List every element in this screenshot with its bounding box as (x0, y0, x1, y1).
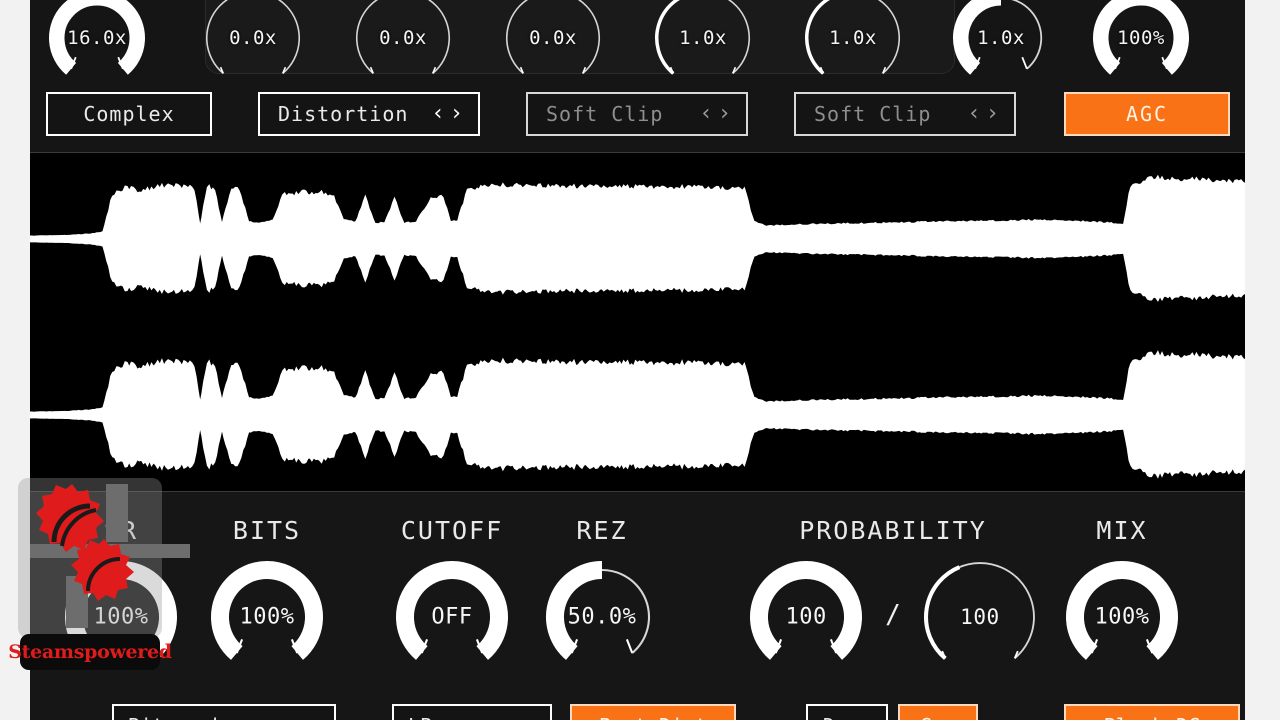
knob-value: 100% (1117, 27, 1165, 49)
probability-pair: 100 / 100 (733, 559, 1053, 675)
watermark-tag: Steamspowered (8, 634, 172, 670)
knob-bits[interactable]: 100% (209, 559, 325, 675)
knob-dial[interactable]: 1.0x (951, 0, 1051, 88)
knob-dial[interactable]: 0.0x (353, 0, 453, 88)
top-knob-output-gain[interactable]: 1.0x (951, 0, 1061, 75)
control-label: PROBABILITY (799, 516, 987, 545)
screen-root: 16.0x 0.0x 0.0x 0.0x 1.0x 1.0x 1.0x 100%… (0, 0, 1280, 720)
top-knob-drive-2[interactable]: 0.0x (353, 0, 463, 75)
knob-mix[interactable]: 100% (1064, 559, 1180, 675)
button-label: Bitcrush (114, 714, 293, 720)
button-label: LP (394, 714, 509, 720)
chevron-left-icon[interactable]: ‹ (700, 103, 714, 125)
chevron-right-icon[interactable]: › (450, 103, 464, 125)
knob-dial[interactable]: 0.0x (503, 0, 603, 88)
control-bits: BITS 100% (177, 516, 357, 675)
button-filter-type[interactable]: LP ‹ › (392, 704, 552, 720)
chevron-right-icon[interactable]: › (525, 714, 538, 720)
knob-value: 100 (960, 605, 1000, 629)
knob-value: 0.0x (379, 27, 427, 49)
selector-shaper-b[interactable]: Soft Clip ‹ › (794, 92, 1016, 136)
waveform-trace-top (30, 174, 1245, 302)
button-label: Gap (900, 714, 976, 720)
button-label: Post-Dist (572, 714, 734, 720)
selector-label: Distortion (278, 102, 409, 126)
selector-mode[interactable]: Complex (46, 92, 212, 136)
waveform-display[interactable] (30, 152, 1245, 492)
button-block-dc[interactable]: Block DC (1064, 704, 1240, 720)
knob-cutoff[interactable]: OFF (394, 559, 510, 675)
gear-icon-secondary (71, 539, 134, 601)
plugin-window: 16.0x 0.0x 0.0x 0.0x 1.0x 1.0x 1.0x 100%… (30, 0, 1245, 720)
control-probability: PROBABILITY 100 / 100 (733, 516, 1053, 675)
knob-value: 100 (785, 604, 827, 630)
knob-rez[interactable]: 50.0% (544, 559, 660, 675)
chevron-left-icon[interactable]: ‹ (509, 714, 522, 720)
control-rez: REZ 50.0% (512, 516, 692, 675)
knob-value: 1.0x (977, 27, 1025, 49)
chevron-right-icon[interactable]: › (718, 103, 732, 125)
knob-dial[interactable]: 1.0x (803, 0, 903, 88)
steamspowered-watermark: Steamspowered (8, 478, 190, 676)
selector-agc-toggle[interactable]: AGC (1064, 92, 1230, 136)
button-label: Block DC (1066, 714, 1238, 720)
top-knob-master-level[interactable]: 100% (1091, 0, 1201, 75)
scope-canvas (30, 174, 1245, 479)
selector-arrows: ‹ › (968, 103, 1015, 125)
knob-value: 1.0x (679, 27, 727, 49)
knob-value: 0.0x (529, 27, 577, 49)
chevron-left-icon[interactable]: ‹ (968, 103, 982, 125)
knob-value: 50.0% (567, 604, 637, 630)
selector-label: AGC (1125, 102, 1169, 126)
chevron-left-icon[interactable]: ‹ (293, 714, 306, 720)
selector-label: Soft Clip (814, 102, 932, 126)
knob-value: 0.0x (229, 27, 277, 49)
watermark-text: Steamspowered (8, 641, 172, 663)
selector-algorithm[interactable]: Distortion ‹ › (258, 92, 480, 136)
selector-arrows: ‹ › (432, 103, 479, 125)
top-knob-oversampling[interactable]: 16.0x (47, 0, 157, 75)
top-knob-drive-5[interactable]: 1.0x (803, 0, 913, 75)
top-knob-drive-4[interactable]: 1.0x (653, 0, 763, 75)
knob-value: 16.0x (67, 27, 127, 49)
knob-dial[interactable]: 1.0x (653, 0, 753, 88)
button-gap[interactable]: Gap (898, 704, 978, 720)
button-label: Down (808, 714, 886, 720)
knob-dial[interactable]: 0.0x (203, 0, 303, 88)
button-post-dist[interactable]: Post-Dist (570, 704, 736, 720)
button-arrows: ‹ › (293, 714, 334, 720)
probability-separator: / (885, 600, 901, 630)
button-down[interactable]: Down (806, 704, 888, 720)
waveform-trace-bottom (30, 350, 1245, 479)
top-knob-drive-1[interactable]: 0.0x (203, 0, 313, 75)
selector-shaper-a[interactable]: Soft Clip ‹ › (526, 92, 748, 136)
top-knob-drive-3[interactable]: 0.0x (503, 0, 613, 75)
bottom-control-panel: SR 100% BITS 100% CUTOFF OFF REZ 50.0% (30, 492, 1245, 720)
selector-row: Complex Distortion ‹ › Soft Clip ‹ › Soft… (30, 88, 1245, 146)
button-bitcrush-mode[interactable]: Bitcrush ‹ › (112, 704, 336, 720)
chevron-right-icon[interactable]: › (986, 103, 1000, 125)
bottom-button-row: Bitcrush ‹ › LP ‹ › Post-Dist Down Gap Bloc… (30, 700, 1245, 720)
knob-dial[interactable]: 100% (1091, 0, 1191, 88)
control-label: REZ (576, 516, 628, 545)
selector-arrows: ‹ › (700, 103, 747, 125)
control-label: BITS (232, 516, 302, 545)
knob-value: OFF (431, 604, 473, 630)
chevron-left-icon[interactable]: ‹ (432, 103, 446, 125)
knob-value: 1.0x (829, 27, 877, 49)
knob-probability-a[interactable]: 100 (748, 559, 864, 675)
knob-value: 100% (239, 604, 295, 630)
selector-label: Complex (83, 102, 175, 126)
button-arrows: ‹ › (509, 714, 550, 720)
knob-value: 100% (1094, 604, 1150, 630)
chevron-right-icon[interactable]: › (309, 714, 322, 720)
selector-label: Soft Clip (546, 102, 664, 126)
knob-probability-b[interactable]: 100 (922, 559, 1038, 675)
top-knob-strip: 16.0x 0.0x 0.0x 0.0x 1.0x 1.0x 1.0x 100% (30, 0, 1245, 75)
control-label: MIX (1096, 516, 1148, 545)
knob-dial[interactable]: 16.0x (47, 0, 147, 88)
control-mix: MIX 100% (1032, 516, 1212, 675)
